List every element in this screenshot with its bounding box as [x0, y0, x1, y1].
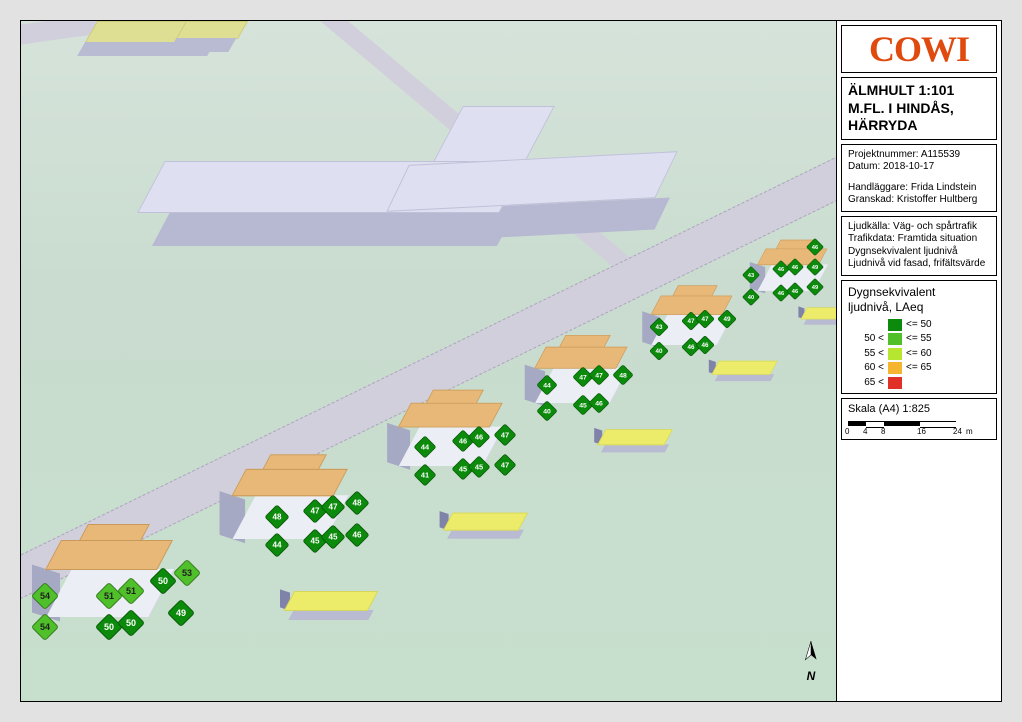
legend-row: 65 <	[848, 377, 990, 390]
scale-bar: 0481624m	[848, 421, 990, 435]
legend-box: Dygnsekvivalent ljudnivå, LAeq <= 5050 <…	[841, 280, 997, 395]
north-label: N	[807, 669, 816, 683]
north-arrow: N	[798, 641, 824, 683]
meta-box: Projektnummer: A115539 Datum: 2018-10-17…	[841, 144, 997, 212]
description-box: Ljudkälla: Väg- och spårtrafik Trafikdat…	[841, 216, 997, 276]
aux-building-1	[281, 591, 371, 623]
legend-swatch	[888, 362, 902, 374]
title-line1: ÄLMHULT 1:101	[848, 82, 990, 100]
distant-building	[176, 21, 248, 39]
info-panel: COWI ÄLMHULT 1:101 M.FL. I HINDÅS, HÄRRY…	[836, 21, 1001, 701]
legend-row: <= 50	[848, 319, 990, 332]
legend-swatch	[888, 377, 902, 389]
aux-building-2	[441, 513, 522, 542]
logo: COWI	[841, 25, 997, 73]
title-line3: HÄRRYDA	[848, 117, 990, 135]
legend-row: 50 <<= 55	[848, 333, 990, 346]
legend-swatch	[888, 333, 902, 345]
scale-box: Skala (A4) 1:825 0481624m	[841, 398, 997, 440]
scene-3d: 5454515051505049534844474547454846444146…	[21, 21, 836, 701]
title-box: ÄLMHULT 1:101 M.FL. I HINDÅS, HÄRRYDA	[841, 77, 997, 140]
aux-building-4	[710, 361, 773, 383]
legend-swatch	[888, 319, 902, 331]
legend-swatch	[888, 348, 902, 360]
title-line2: M.FL. I HINDÅS,	[848, 100, 990, 118]
drawing-frame: 5454515051505049534844474547454846444146…	[20, 20, 1002, 702]
legend-row: 60 <<= 65	[848, 362, 990, 375]
aux-building-5	[799, 307, 836, 326]
aux-building-3	[595, 429, 667, 455]
legend-row: 55 <<= 60	[848, 348, 990, 361]
central-building	[151, 126, 711, 246]
scale-label: Skala (A4) 1:825	[848, 403, 990, 417]
